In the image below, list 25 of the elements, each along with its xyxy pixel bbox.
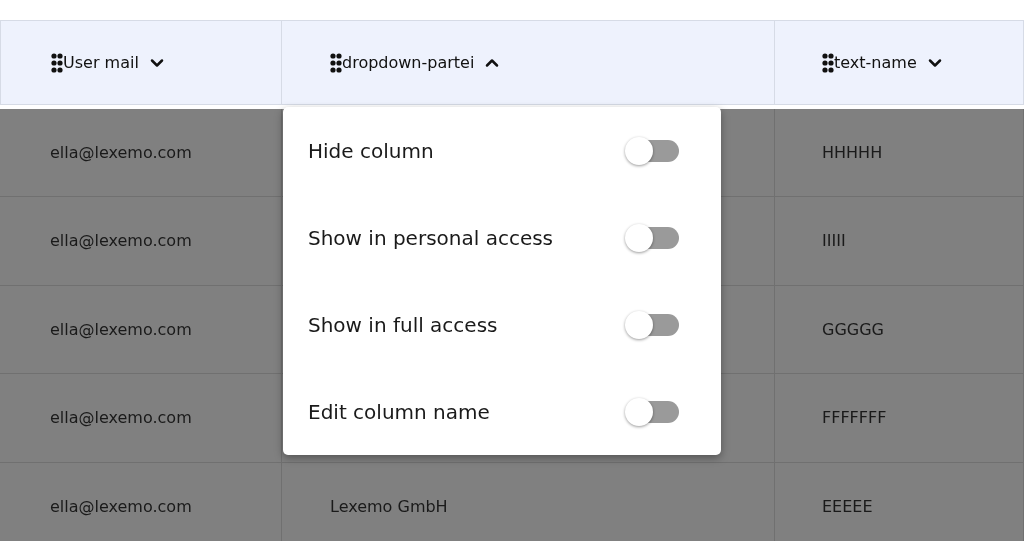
menu-item-label: Edit column name: [308, 399, 490, 424]
toggle-switch[interactable]: [625, 310, 679, 339]
table-cell: ella@lexemo.com: [0, 285, 282, 374]
table-cell: ella@lexemo.com: [0, 197, 282, 286]
toggle-switch[interactable]: [625, 397, 679, 426]
table-cell: Lexemo GmbH: [282, 462, 775, 541]
drag-handle-icon[interactable]: [51, 52, 63, 73]
table-cell: GGGGG: [775, 285, 1024, 374]
table-cell: ella@lexemo.com: [0, 108, 282, 197]
menu-item-label: Hide column: [308, 138, 434, 163]
toggle-switch[interactable]: [625, 223, 679, 252]
table-cell: ella@lexemo.com: [0, 374, 282, 463]
column-header[interactable]: text-name: [834, 52, 945, 73]
column-header[interactable]: User mail: [63, 52, 167, 73]
table-cell: FFFFFFF: [775, 374, 1024, 463]
drag-handle-icon[interactable]: [822, 52, 834, 73]
drag-handle-icon[interactable]: [330, 52, 342, 73]
column-header[interactable]: dropdown-partei: [342, 52, 503, 73]
table-cell: ella@lexemo.com: [0, 462, 282, 541]
table-cell: IIIII: [775, 197, 1024, 286]
menu-item-label: Show in personal access: [308, 225, 554, 250]
toggle-switch[interactable]: [625, 136, 679, 165]
table-cell: EEEEE: [775, 462, 1024, 541]
table-cell: HHHHH: [775, 108, 1024, 197]
menu-item-label: Show in full access: [308, 312, 498, 337]
